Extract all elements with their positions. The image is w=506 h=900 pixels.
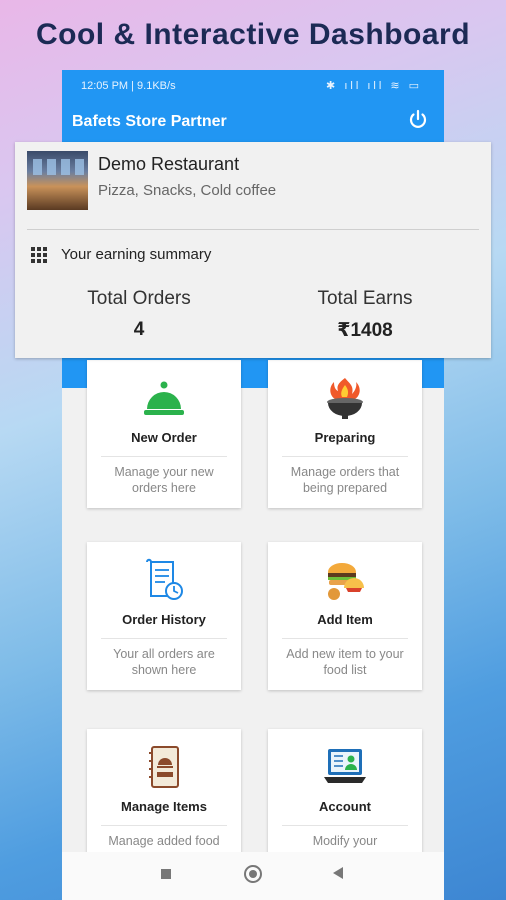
system-nav-bar xyxy=(62,852,444,900)
food-icon xyxy=(328,563,364,600)
recent-apps-icon[interactable] xyxy=(161,869,171,879)
grid-icon xyxy=(31,247,47,263)
card-description: Add new item to your food list xyxy=(286,647,404,677)
card-divider xyxy=(282,456,408,457)
app-title: Bafets Store Partner xyxy=(72,113,227,130)
power-icon[interactable] xyxy=(406,108,430,132)
card-description: Manage your new orders here xyxy=(114,465,214,495)
card-description: Manage added food xyxy=(108,834,220,848)
card-divider xyxy=(282,825,408,826)
card-title: Order History xyxy=(122,612,206,627)
earning-summary-title: Your earning summary xyxy=(61,246,212,263)
add-item-card[interactable]: Add Item Add new item to your food list xyxy=(268,542,422,690)
back-icon[interactable] xyxy=(333,867,343,879)
home-icon[interactable] xyxy=(244,865,262,883)
card-description: Your all orders are shown here xyxy=(113,647,215,677)
bell-icon xyxy=(144,381,184,415)
total-orders-value: 4 xyxy=(133,319,145,340)
card-divider xyxy=(101,638,227,639)
card-divider xyxy=(282,638,408,639)
earning-summary-panel: Demo Restaurant Pizza, Snacks, Cold coff… xyxy=(15,142,491,358)
card-title: Preparing xyxy=(314,430,376,445)
card-description: Manage orders that being prepared xyxy=(290,465,400,495)
menu-book-icon xyxy=(149,746,179,788)
card-title: Account xyxy=(319,799,371,814)
total-orders-label: Total Orders xyxy=(87,288,191,309)
card-title: Manage Items xyxy=(121,799,207,814)
restaurant-tags: Pizza, Snacks, Cold coffee xyxy=(98,182,277,199)
total-earns-value: ₹1408 xyxy=(337,320,393,341)
status-bar: 12:05 PM | 9.1KB/s ✱ ıll ıll ≋ ▭ xyxy=(62,70,444,102)
card-divider xyxy=(101,825,227,826)
order-history-card[interactable]: Order History Your all orders are shown h… xyxy=(87,542,241,690)
receipt-clock-icon xyxy=(146,558,183,600)
status-icons: ✱ ıll ıll ≋ ▭ xyxy=(326,80,422,92)
card-divider xyxy=(101,456,227,457)
card-title: New Order xyxy=(131,430,197,445)
card-description: Modify your xyxy=(312,834,378,848)
laptop-profile-icon xyxy=(324,749,366,783)
app-bar: Bafets Store Partner xyxy=(62,102,444,142)
restaurant-thumbnail xyxy=(27,151,88,210)
total-earns-label: Total Earns xyxy=(317,288,413,309)
restaurant-name: Demo Restaurant xyxy=(98,154,240,174)
new-order-card[interactable]: New Order Manage your new orders here xyxy=(87,360,241,508)
promo-headline: Cool & Interactive Dashboard xyxy=(35,18,471,51)
status-time: 12:05 PM | 9.1KB/s xyxy=(81,80,176,92)
preparing-card[interactable]: Preparing Manage orders that being prepar… xyxy=(268,360,422,508)
grill-icon xyxy=(327,378,363,419)
card-title: Add Item xyxy=(317,612,373,627)
summary-divider xyxy=(27,229,479,230)
